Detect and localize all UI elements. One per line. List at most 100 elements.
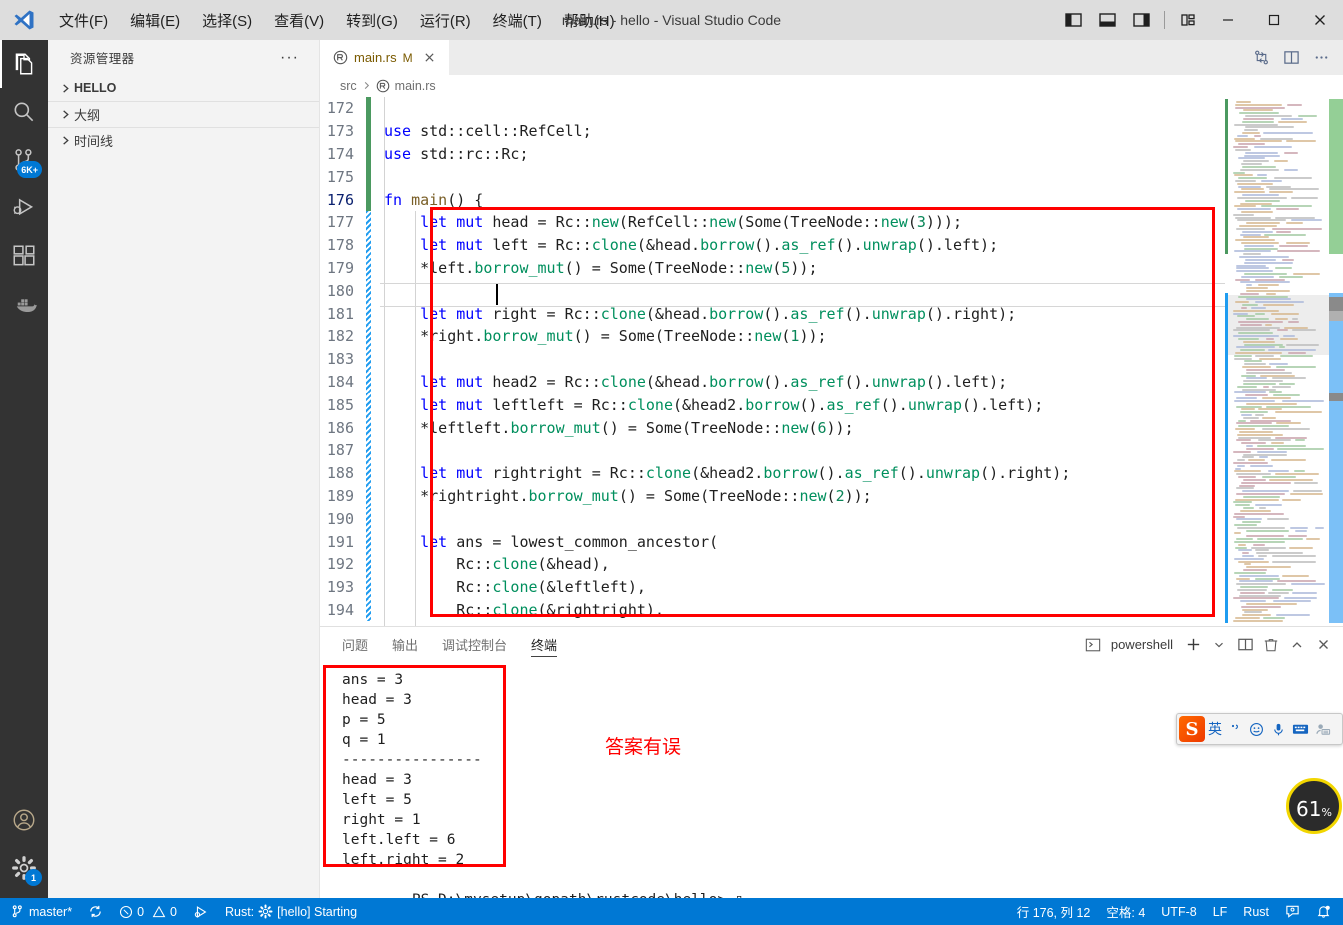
- menu-view[interactable]: 查看(V): [263, 0, 335, 40]
- terminal-shell-icon[interactable]: [1081, 627, 1105, 662]
- code-line[interactable]: 190: [320, 507, 1343, 531]
- collapse-panel-icon[interactable]: [1285, 627, 1309, 662]
- open-changes-icon[interactable]: [1247, 40, 1275, 75]
- terminal-output[interactable]: ans = 3 head = 3p = 5q = 1 ---------------…: [320, 662, 1343, 908]
- minimap-line: [1278, 120, 1307, 123]
- toggle-primary-sidebar-icon[interactable]: [1056, 0, 1090, 40]
- activity-item-manage[interactable]: 1: [0, 844, 48, 892]
- menu-edit[interactable]: 编辑(E): [119, 0, 191, 40]
- status-cursor-position[interactable]: 行 176, 列 12: [1009, 898, 1099, 925]
- sidebar-section-outline[interactable]: 大纲: [48, 101, 319, 127]
- status-sync[interactable]: [80, 898, 111, 925]
- minimap-line: [1246, 529, 1289, 532]
- minimap[interactable]: [1225, 97, 1329, 626]
- code-line[interactable]: 175: [320, 165, 1343, 189]
- customize-layout-icon[interactable]: [1171, 0, 1205, 40]
- menu-selection[interactable]: 选择(S): [191, 0, 263, 40]
- panel-tab-output[interactable]: 输出: [380, 627, 430, 662]
- menu-file[interactable]: 文件(F): [48, 0, 119, 40]
- menu-terminal[interactable]: 终端(T): [482, 0, 553, 40]
- code-line[interactable]: 185 let mut leftleft = Rc::clone(&head2.…: [320, 393, 1343, 417]
- handwriting-icon[interactable]: [1313, 717, 1332, 741]
- ime-toolbar[interactable]: S 英: [1176, 713, 1343, 745]
- code-line[interactable]: 179 *left.borrow_mut() = Some(TreeNode::…: [320, 256, 1343, 280]
- keyboard-icon[interactable]: [1291, 717, 1310, 741]
- status-language-mode[interactable]: Rust: [1235, 898, 1277, 925]
- activity-item-accounts[interactable]: [0, 796, 48, 844]
- toggle-panel-icon[interactable]: [1090, 0, 1124, 40]
- terminal-dropdown-icon[interactable]: [1207, 627, 1231, 662]
- status-remote[interactable]: master*: [0, 898, 80, 925]
- code-line[interactable]: 174 use std::rc::Rc;: [320, 142, 1343, 166]
- code-line[interactable]: 172: [320, 97, 1343, 120]
- minimap-line: [1245, 199, 1280, 202]
- activity-item-docker[interactable]: [0, 280, 48, 328]
- activity-item-source-control[interactable]: 6K+: [0, 136, 48, 184]
- debug-alt-icon: [194, 905, 207, 918]
- toggle-secondary-sidebar-icon[interactable]: [1124, 0, 1158, 40]
- code-line[interactable]: 184 let mut head2 = Rc::clone(&head.borr…: [320, 370, 1343, 394]
- menu-run[interactable]: 运行(R): [409, 0, 482, 40]
- minimap-line: [1263, 617, 1285, 620]
- editor-tab-close-icon[interactable]: [421, 49, 439, 67]
- code-line[interactable]: 186 *leftleft.borrow_mut() = Some(TreeNo…: [320, 416, 1343, 439]
- split-terminal-icon[interactable]: [1233, 627, 1257, 662]
- close-panel-icon[interactable]: [1311, 627, 1335, 662]
- status-debug-alt[interactable]: [185, 898, 217, 925]
- new-terminal-icon[interactable]: [1181, 627, 1205, 662]
- editor-tab-main-rs[interactable]: main.rs M: [320, 40, 449, 75]
- minimap-line: [1284, 151, 1298, 154]
- code-line[interactable]: 176 fn main() {: [320, 188, 1343, 211]
- status-problems[interactable]: 0 0: [111, 898, 185, 925]
- sidebar-more-actions-icon[interactable]: ···: [280, 49, 299, 67]
- minimap-line: [1256, 552, 1303, 555]
- overview-ruler[interactable]: [1329, 97, 1343, 626]
- split-editor-icon[interactable]: [1277, 40, 1305, 75]
- menu-go[interactable]: 转到(G): [335, 0, 409, 40]
- panel-tab-debug-console[interactable]: 调试控制台: [430, 627, 519, 662]
- code-editor[interactable]: 172 173 use std::cell::RefCell; 174 use std:…: [320, 97, 1343, 626]
- terminal-name-label[interactable]: powershell: [1107, 637, 1179, 652]
- activity-item-extensions[interactable]: [0, 232, 48, 280]
- maximize-button[interactable]: [1251, 0, 1297, 40]
- code-line[interactable]: 191 let ans = lowest_common_ancestor(: [320, 530, 1343, 553]
- code-line[interactable]: 173 use std::cell::RefCell;: [320, 119, 1343, 143]
- code-line[interactable]: 192 Rc::clone(&head),: [320, 552, 1343, 576]
- code-line[interactable]: 183: [320, 347, 1343, 371]
- activity-item-search[interactable]: [0, 88, 48, 136]
- status-encoding[interactable]: UTF-8: [1153, 898, 1204, 925]
- kill-terminal-icon[interactable]: [1259, 627, 1283, 662]
- activity-item-explorer[interactable]: [0, 40, 48, 88]
- minimize-button[interactable]: [1205, 0, 1251, 40]
- minimap-line: [1234, 532, 1241, 535]
- status-rust-analyzer[interactable]: Rust: [hello] Starting: [217, 898, 365, 925]
- panel-tab-terminal[interactable]: 终端: [519, 627, 569, 662]
- panel-tab-problems[interactable]: 问题: [330, 627, 380, 662]
- breadcrumb-item-src[interactable]: src: [340, 79, 357, 93]
- emoji-icon[interactable]: [1247, 717, 1266, 741]
- code-line[interactable]: 193 Rc::clone(&leftleft),: [320, 575, 1343, 599]
- sidebar-section-timeline[interactable]: 时间线: [48, 127, 319, 153]
- status-eol[interactable]: LF: [1205, 898, 1236, 925]
- code-line[interactable]: 177 let mut head = Rc::new(RefCell::new(…: [320, 210, 1343, 234]
- code-line[interactable]: 182 *right.borrow_mut() = Some(TreeNode:…: [320, 324, 1343, 348]
- status-notifications[interactable]: [1308, 898, 1343, 925]
- breadcrumb-item-file[interactable]: main.rs: [376, 79, 436, 94]
- close-button[interactable]: [1297, 0, 1343, 40]
- code-line[interactable]: 187: [320, 438, 1343, 462]
- status-feedback[interactable]: [1277, 898, 1308, 925]
- punctuation-icon[interactable]: [1225, 717, 1244, 741]
- menu-help[interactable]: 帮助(H): [553, 0, 626, 40]
- minimap-line: [1241, 481, 1291, 484]
- status-indentation[interactable]: 空格: 4: [1098, 898, 1153, 925]
- sidebar-section-hello[interactable]: HELLO: [48, 75, 319, 101]
- code-line[interactable]: 194 Rc::clone(&rightright),: [320, 598, 1343, 622]
- code-line[interactable]: 188 let mut rightright = Rc::clone(&head…: [320, 461, 1343, 485]
- ime-mode-label[interactable]: 英: [1208, 719, 1222, 739]
- more-actions-icon[interactable]: [1307, 40, 1335, 75]
- code-line[interactable]: 178 let mut left = Rc::clone(&head.borro…: [320, 233, 1343, 257]
- code-line[interactable]: 189 *rightright.borrow_mut() = Some(Tree…: [320, 484, 1343, 508]
- activity-item-run-debug[interactable]: [0, 184, 48, 232]
- minimap-line: [1287, 103, 1302, 106]
- microphone-icon[interactable]: [1269, 717, 1288, 741]
